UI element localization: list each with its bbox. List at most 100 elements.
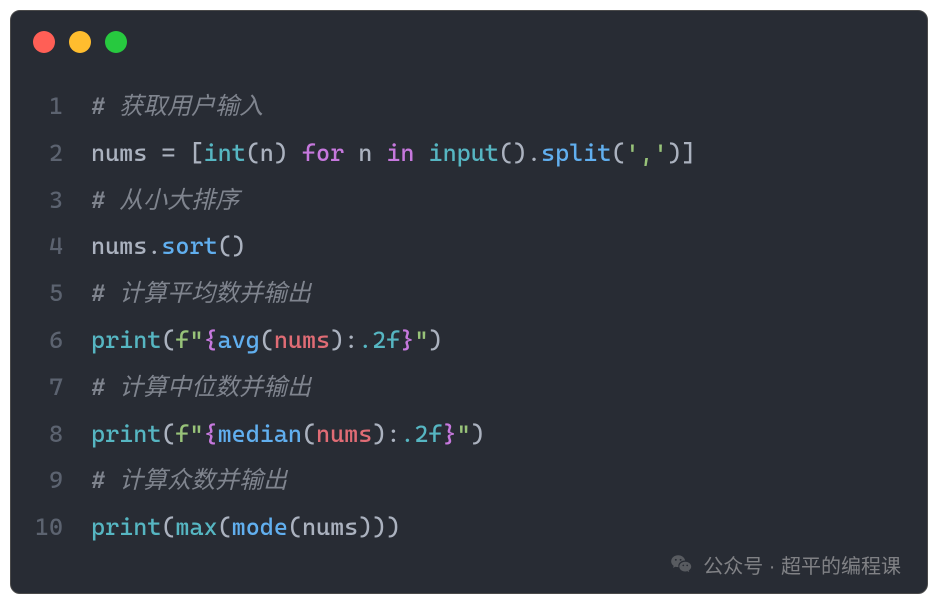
wechat-icon bbox=[669, 552, 695, 578]
minimize-button[interactable] bbox=[69, 31, 91, 53]
code-content[interactable]: nums = [int(n) for n in input().split(',… bbox=[91, 130, 696, 177]
token-punct: ) bbox=[386, 513, 400, 541]
token-punct: ) bbox=[330, 326, 344, 354]
token-builtin: max bbox=[175, 513, 217, 541]
token-call: sort bbox=[161, 232, 217, 260]
token-fstr-format: .2f bbox=[400, 420, 442, 448]
token-op bbox=[344, 139, 358, 167]
token-fstr-brace: { bbox=[204, 420, 218, 448]
token-ident: n bbox=[260, 139, 274, 167]
token-punct: : bbox=[344, 326, 358, 354]
line-number: 2 bbox=[11, 130, 91, 177]
token-ident: nums bbox=[91, 232, 147, 260]
token-keyword: in bbox=[386, 139, 414, 167]
code-content[interactable]: # 获取用户输入 bbox=[91, 83, 263, 130]
code-content[interactable]: print(f"{avg(nums):.2f}") bbox=[91, 317, 443, 364]
code-line[interactable]: 3# 从小大排序 bbox=[11, 177, 927, 224]
code-content[interactable]: # 计算众数并输出 bbox=[91, 457, 287, 504]
token-punct: ) bbox=[372, 513, 386, 541]
token-comment: # 从小大排序 bbox=[91, 186, 239, 214]
token-comment: # 计算中位数并输出 bbox=[91, 373, 311, 401]
token-op bbox=[372, 139, 386, 167]
code-window: 1# 获取用户输入2nums = [int(n) for n in input(… bbox=[10, 10, 928, 594]
token-fstr-format: .2f bbox=[358, 326, 400, 354]
token-punct: ( bbox=[218, 232, 232, 260]
code-line[interactable]: 5# 计算平均数并输出 bbox=[11, 270, 927, 317]
code-content[interactable]: # 计算中位数并输出 bbox=[91, 364, 311, 411]
token-string: f" bbox=[175, 420, 203, 448]
code-content[interactable]: nums.sort() bbox=[91, 223, 246, 270]
token-punct: ] bbox=[682, 139, 696, 167]
token-punct: ( bbox=[161, 513, 175, 541]
code-content[interactable]: print(max(mode(nums))) bbox=[91, 504, 400, 551]
token-builtin: input bbox=[429, 139, 499, 167]
line-number: 4 bbox=[11, 223, 91, 270]
token-punct: ( bbox=[302, 420, 316, 448]
token-string: " bbox=[457, 420, 471, 448]
token-ident: nums bbox=[302, 513, 358, 541]
token-comment: # 获取用户输入 bbox=[91, 92, 263, 120]
code-line[interactable]: 9# 计算众数并输出 bbox=[11, 457, 927, 504]
token-fstr-expr: nums bbox=[274, 326, 330, 354]
token-ident: n bbox=[358, 139, 372, 167]
token-punct: ) bbox=[668, 139, 682, 167]
token-punct: . bbox=[527, 139, 541, 167]
token-fstr-brace: } bbox=[443, 420, 457, 448]
token-punct: ( bbox=[288, 513, 302, 541]
token-op bbox=[175, 139, 189, 167]
code-line[interactable]: 2nums = [int(n) for n in input().split('… bbox=[11, 130, 927, 177]
code-editor[interactable]: 1# 获取用户输入2nums = [int(n) for n in input(… bbox=[11, 65, 927, 551]
token-punct: ( bbox=[161, 326, 175, 354]
token-fstr-brace: } bbox=[400, 326, 414, 354]
token-string: " bbox=[414, 326, 428, 354]
token-op bbox=[414, 139, 428, 167]
token-punct: ( bbox=[260, 326, 274, 354]
token-builtin: print bbox=[91, 326, 161, 354]
token-punct: ( bbox=[499, 139, 513, 167]
token-op: = bbox=[161, 139, 175, 167]
token-punct: ) bbox=[513, 139, 527, 167]
line-number: 5 bbox=[11, 270, 91, 317]
token-builtin: print bbox=[91, 420, 161, 448]
code-line[interactable]: 6print(f"{avg(nums):.2f}") bbox=[11, 317, 927, 364]
line-number: 8 bbox=[11, 411, 91, 458]
token-punct: ) bbox=[274, 139, 288, 167]
token-punct: ( bbox=[161, 420, 175, 448]
token-comment: # 计算众数并输出 bbox=[91, 466, 287, 494]
token-fstr-func: median bbox=[218, 420, 302, 448]
token-punct: ) bbox=[471, 420, 485, 448]
code-line[interactable]: 4nums.sort() bbox=[11, 223, 927, 270]
token-keyword: for bbox=[302, 139, 344, 167]
titlebar bbox=[11, 11, 927, 65]
line-number: 9 bbox=[11, 457, 91, 504]
code-content[interactable]: # 计算平均数并输出 bbox=[91, 270, 311, 317]
close-button[interactable] bbox=[33, 31, 55, 53]
code-line[interactable]: 10print(max(mode(nums))) bbox=[11, 504, 927, 551]
code-content[interactable]: print(f"{median(nums):.2f}") bbox=[91, 411, 485, 458]
watermark: 公众号 · 超平的编程课 bbox=[669, 550, 901, 579]
token-string: f" bbox=[175, 326, 203, 354]
token-op bbox=[288, 139, 302, 167]
token-builtin: int bbox=[204, 139, 246, 167]
token-punct: ( bbox=[218, 513, 232, 541]
token-punct: ) bbox=[232, 232, 246, 260]
token-comment: # 计算平均数并输出 bbox=[91, 279, 311, 307]
maximize-button[interactable] bbox=[105, 31, 127, 53]
token-ident: nums bbox=[91, 139, 147, 167]
token-punct: [ bbox=[189, 139, 203, 167]
code-line[interactable]: 7# 计算中位数并输出 bbox=[11, 364, 927, 411]
code-content[interactable]: # 从小大排序 bbox=[91, 177, 239, 224]
token-builtin: print bbox=[91, 513, 161, 541]
code-line[interactable]: 1# 获取用户输入 bbox=[11, 83, 927, 130]
line-number: 7 bbox=[11, 364, 91, 411]
line-number: 6 bbox=[11, 317, 91, 364]
line-number: 3 bbox=[11, 177, 91, 224]
token-punct: ( bbox=[246, 139, 260, 167]
token-punct: ) bbox=[429, 326, 443, 354]
code-line[interactable]: 8print(f"{median(nums):.2f}") bbox=[11, 411, 927, 458]
token-punct: : bbox=[386, 420, 400, 448]
token-string: ',' bbox=[625, 139, 667, 167]
line-number: 10 bbox=[11, 504, 91, 551]
token-fstr-brace: { bbox=[204, 326, 218, 354]
token-call: split bbox=[541, 139, 611, 167]
